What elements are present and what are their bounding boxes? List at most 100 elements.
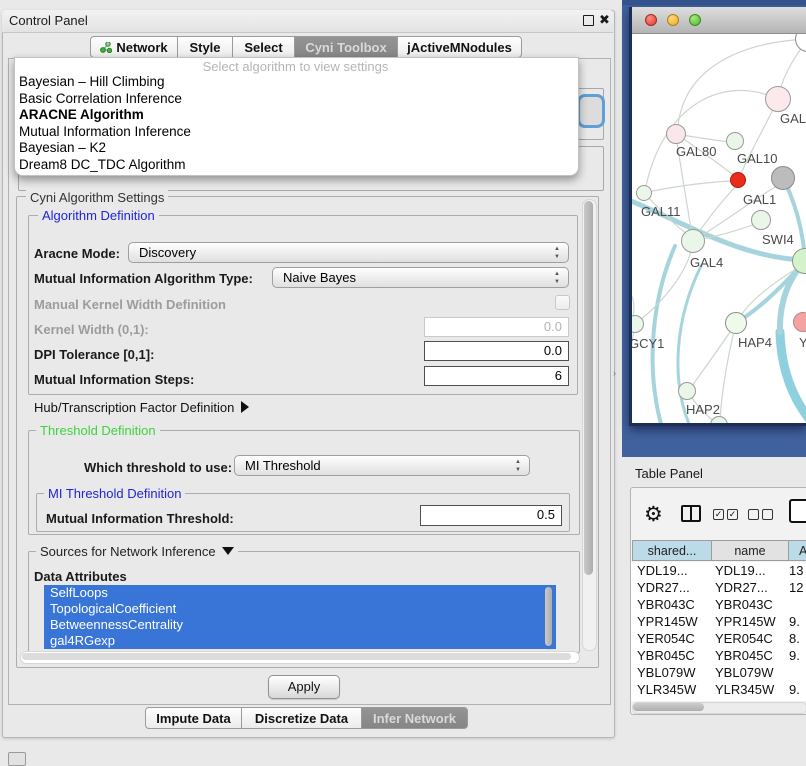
minimize-traffic-light[interactable]	[667, 14, 679, 26]
network-node-gal80[interactable]	[666, 124, 686, 144]
table-cell: YDL19...	[637, 563, 688, 578]
network-node-hap2[interactable]	[678, 382, 696, 400]
close-traffic-light[interactable]	[645, 14, 657, 26]
attribute-list-item[interactable]: TopologicalCoefficient	[44, 601, 556, 617]
attribute-list-item[interactable]: SelfLoops	[44, 585, 556, 601]
checked-columns-icon[interactable]: ✓✓	[713, 509, 741, 527]
table-cell: YPR145W	[637, 614, 698, 629]
table-row[interactable]: YER054C YER054C 8.	[631, 630, 806, 647]
table-row[interactable]: YDR27...YDR27...12	[631, 579, 806, 596]
mi-threshold-field[interactable]: 0.5	[420, 505, 562, 526]
network-canvas[interactable]: GALGAL80GAL10GAL1GAL11SWI4GAL4GCY1HAP4YH…	[629, 34, 806, 423]
network-node-gal[interactable]	[765, 86, 791, 112]
network-node[interactable]	[771, 166, 795, 190]
column-header-shared[interactable]: shared...	[632, 540, 712, 561]
table-cell: 12	[789, 580, 803, 595]
table-row[interactable]: YPR145WYPR145W9.	[631, 613, 806, 630]
dropdown-item[interactable]: ARACNE Algorithm	[16, 107, 574, 124]
dropdown-item[interactable]: Mutual Information Inference	[16, 124, 574, 141]
node-label: HAP4	[738, 335, 772, 350]
kernel-width-field[interactable]: 0.0	[424, 317, 569, 337]
table-hscrollbar-thumb[interactable]	[633, 703, 704, 711]
table-cell: YDL19...	[715, 563, 766, 578]
column-header-partial[interactable]: A	[788, 540, 806, 561]
tab-network[interactable]: Network	[90, 36, 178, 58]
cyni-settings-title: Cyni Algorithm Settings	[26, 190, 168, 205]
manual-kernel-checkbox[interactable]	[555, 295, 570, 310]
table-cell: YPR145W	[715, 614, 776, 629]
tab-jactivemnodules[interactable]: jActiveMNodules	[397, 36, 522, 58]
table-cell: YER054C	[715, 631, 773, 646]
tab-cyni-toolbox[interactable]: Cyni Toolbox	[294, 36, 398, 58]
document-icon[interactable]	[789, 499, 806, 523]
data-attributes-label: Data Attributes	[34, 569, 127, 584]
network-node-y[interactable]	[793, 312, 806, 332]
sources-header[interactable]: Sources for Network Inference	[36, 544, 238, 559]
table-cell: YBR045C	[637, 648, 695, 663]
mi-type-combo[interactable]: Naive Bayes ▲▼	[272, 267, 569, 288]
table-cell: 8.	[789, 631, 800, 646]
node-label: GAL80	[676, 144, 716, 159]
dropdown-item[interactable]: Basic Correlation Inference	[16, 91, 574, 108]
attr-list-scrollbar-thumb[interactable]	[545, 587, 552, 646]
table-cell: YLR345W	[637, 682, 696, 697]
columns-icon[interactable]	[681, 505, 701, 522]
network-view-window: GALGAL80GAL10GAL1GAL11SWI4GAL4GCY1HAP4YH…	[629, 7, 806, 426]
close-icon[interactable]: ✖	[599, 12, 610, 28]
table-row[interactable]: YIL052CYIL052C9	[631, 698, 806, 701]
zoom-traffic-light[interactable]	[689, 14, 701, 26]
gear-icon[interactable]: ⚙	[644, 502, 663, 527]
network-node-gal4[interactable]	[681, 229, 705, 253]
tab-discretize-data[interactable]: Discretize Data	[241, 707, 362, 729]
table-row[interactable]: YBL079WYBL079W	[631, 664, 806, 681]
column-header-name[interactable]: name	[711, 540, 789, 561]
table-cell: YIL052C	[715, 699, 766, 701]
tab-network-label: Network	[116, 40, 167, 55]
network-node-gal10[interactable]	[726, 132, 744, 150]
which-threshold-combo[interactable]: MI Threshold ▲▼	[234, 455, 530, 476]
apply-button[interactable]: Apply	[268, 675, 340, 699]
tab-infer-network[interactable]: Infer Network	[361, 707, 468, 729]
splitpane-toggle-icon[interactable]: ›	[613, 368, 616, 378]
mi-steps-field[interactable]: 6	[424, 366, 569, 386]
table-cell: YIL052C	[637, 699, 688, 701]
tab-impute-data[interactable]: Impute Data	[145, 707, 242, 729]
dpi-tolerance-field[interactable]: 0.0	[424, 341, 569, 361]
attribute-list-item[interactable]: gal4RGexp	[44, 633, 556, 649]
node-label: SWI4	[762, 232, 794, 247]
combo-arrows-icon: ▲▼	[554, 270, 560, 286]
dropdown-placeholder: Select algorithm to view settings	[14, 59, 577, 74]
panel-title: Control Panel	[9, 13, 88, 28]
tab-select[interactable]: Select	[232, 36, 295, 58]
network-node-gal1[interactable]	[730, 172, 746, 188]
dropdown-item[interactable]: Bayesian – Hill Climbing	[16, 74, 574, 91]
table-row[interactable]: YLR345WYLR345W9.	[631, 681, 806, 698]
settings-scrollbar-thumb[interactable]	[584, 201, 593, 575]
mi-threshold-title: MI Threshold Definition	[44, 486, 185, 501]
float-panel-icon[interactable]	[583, 15, 594, 26]
tab-style[interactable]: Style	[177, 36, 233, 58]
dropdown-item[interactable]: Bayesian – K2	[16, 140, 574, 157]
hub-definition-header[interactable]: Hub/Transcription Factor Definition	[34, 400, 249, 415]
network-node-hap4[interactable]	[725, 312, 747, 334]
aracne-mode-combo[interactable]: Discovery ▲▼	[128, 242, 569, 263]
table-cell: YER054C	[637, 631, 695, 646]
unchecked-columns-icon[interactable]	[748, 509, 776, 527]
network-window-titlebar[interactable]	[629, 7, 806, 34]
settings-hscrollbar-thumb[interactable]	[22, 653, 571, 660]
network-node-gal11[interactable]	[636, 185, 652, 201]
dropdown-item[interactable]: Dream8 DC_TDC Algorithm	[16, 157, 574, 174]
table-row[interactable]: YBR043CYBR043C	[631, 596, 806, 613]
attribute-list-item[interactable]: BetweennessCentrality	[44, 617, 556, 633]
node-table[interactable]: YDL19...YDL19...13YDR27...YDR27...12YBR0…	[631, 562, 806, 701]
data-attributes-list: SelfLoopsTopologicalCoefficientBetweenne…	[44, 585, 556, 649]
control-panel-titlebar[interactable]	[2, 10, 613, 33]
table-row[interactable]: YDL19...YDL19...13	[631, 562, 806, 579]
collapsed-panel-icon[interactable]	[8, 752, 26, 766]
node-label: GAL4	[690, 255, 723, 270]
table-row[interactable]: YBR045CYBR045C9.	[631, 647, 806, 664]
network-node-swi4[interactable]	[751, 210, 771, 230]
table-cell: YBL079W	[637, 665, 696, 680]
window-bottom-border	[629, 423, 806, 426]
window-left-border	[629, 7, 632, 426]
